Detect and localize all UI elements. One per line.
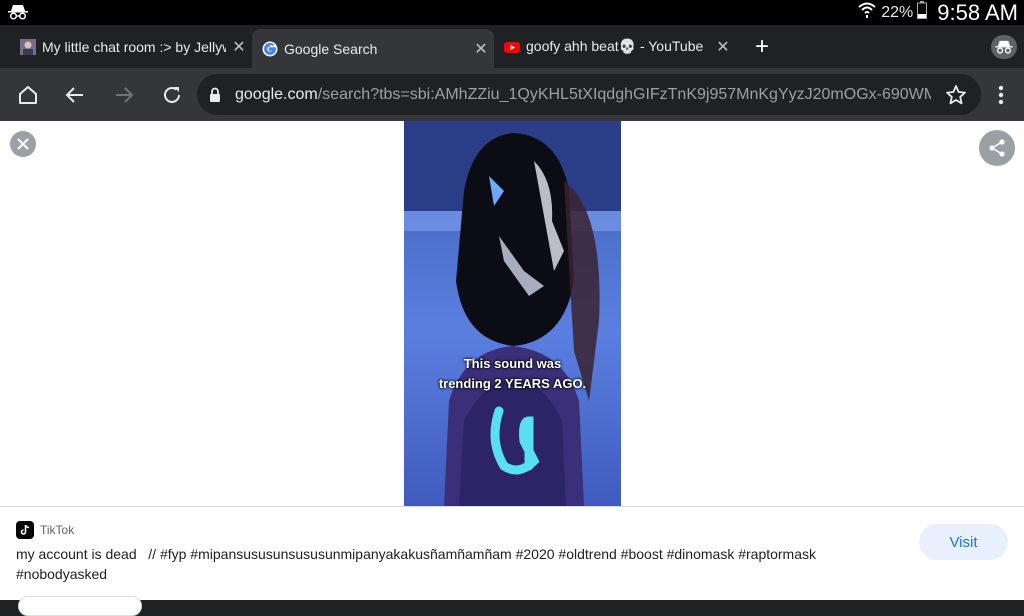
close-tab-icon[interactable]: ✕	[226, 37, 252, 57]
tab-title: Google Search	[284, 40, 378, 57]
wifi-icon	[857, 1, 877, 24]
home-icon	[19, 86, 37, 104]
reload-icon	[164, 86, 180, 103]
battery-icon	[917, 1, 928, 24]
menu-button[interactable]	[986, 80, 1016, 110]
share-button[interactable]	[979, 130, 1015, 166]
result-caption[interactable]: my account is dead // #fyp #mipansususun…	[16, 544, 896, 584]
close-tab-icon[interactable]: ✕	[710, 37, 736, 57]
url-text[interactable]: google.com/search?tbs=sbi:AMhZZiu_1QyKHL…	[235, 86, 931, 104]
reload-button[interactable]	[157, 80, 187, 110]
tab-title: goofy ahh beat💀 - YouTube	[526, 38, 704, 54]
image-viewer: This sound was trending 2 YEARS AGO.	[0, 121, 1024, 506]
status-bar: 22% 9:58 AM	[0, 0, 1024, 25]
related-chip[interactable]	[18, 596, 142, 616]
tab-google-search[interactable]: Google Search ✕	[252, 29, 494, 68]
close-viewer-button[interactable]	[10, 131, 36, 157]
close-tab-icon[interactable]: ✕	[468, 39, 494, 59]
tab-chat-room[interactable]: My little chat room :> by Jellyw ✕	[10, 29, 252, 64]
new-tab-button[interactable]: +	[748, 33, 776, 61]
tab-strip: My little chat room :> by Jellyw ✕ Googl…	[0, 25, 1024, 68]
clock: 9:58 AM	[937, 0, 1018, 25]
browser-toolbar: google.com/search?tbs=sbi:AMhZZiu_1QyKHL…	[0, 68, 1024, 121]
lock-icon[interactable]	[209, 87, 223, 103]
more-vert-icon	[998, 85, 1004, 105]
tiktok-icon	[16, 521, 34, 539]
incognito-icon	[8, 4, 28, 25]
bookmark-star-icon[interactable]	[945, 84, 967, 111]
visit-button[interactable]: Visit	[919, 524, 1008, 560]
preview-image[interactable]: This sound was trending 2 YEARS AGO.	[404, 121, 621, 506]
result-source[interactable]: TikTok	[16, 521, 74, 539]
back-arrow-icon	[65, 87, 83, 103]
source-name: TikTok	[40, 523, 75, 537]
home-button[interactable]	[13, 80, 43, 110]
back-button[interactable]	[60, 80, 90, 110]
subtitle-line: trending 2 YEARS AGO.	[438, 376, 587, 391]
user-avatar-icon	[20, 38, 36, 55]
share-icon	[989, 139, 1005, 157]
url-path: /search?tbs=sbi:AMhZZiu_1QyKHL5tXIqdghGI…	[317, 85, 931, 103]
page-content: This sound was trending 2 YEARS AGO. Tik…	[0, 121, 1024, 616]
video-subtitle: This sound was trending 2 YEARS AGO.	[404, 354, 621, 394]
tab-youtube[interactable]: goofy ahh beat💀 - YouTube ✕	[494, 29, 736, 64]
google-icon	[262, 41, 278, 57]
forward-arrow-icon	[116, 87, 134, 103]
close-icon	[17, 138, 29, 150]
forward-button[interactable]	[109, 80, 139, 110]
result-info-panel: TikTok my account is dead // #fyp #mipan…	[0, 506, 1024, 616]
url-host: google.com	[235, 85, 318, 103]
incognito-tab-switcher-icon[interactable]	[991, 35, 1017, 59]
tab-title: My little chat room :> by Jellyw	[42, 38, 226, 55]
battery-percent: 22%	[881, 3, 914, 21]
youtube-icon	[504, 39, 520, 55]
masked-figure-illustration	[404, 121, 621, 506]
subtitle-line: This sound was	[463, 356, 562, 371]
address-bar[interactable]: google.com/search?tbs=sbi:AMhZZiu_1QyKHL…	[197, 74, 981, 115]
